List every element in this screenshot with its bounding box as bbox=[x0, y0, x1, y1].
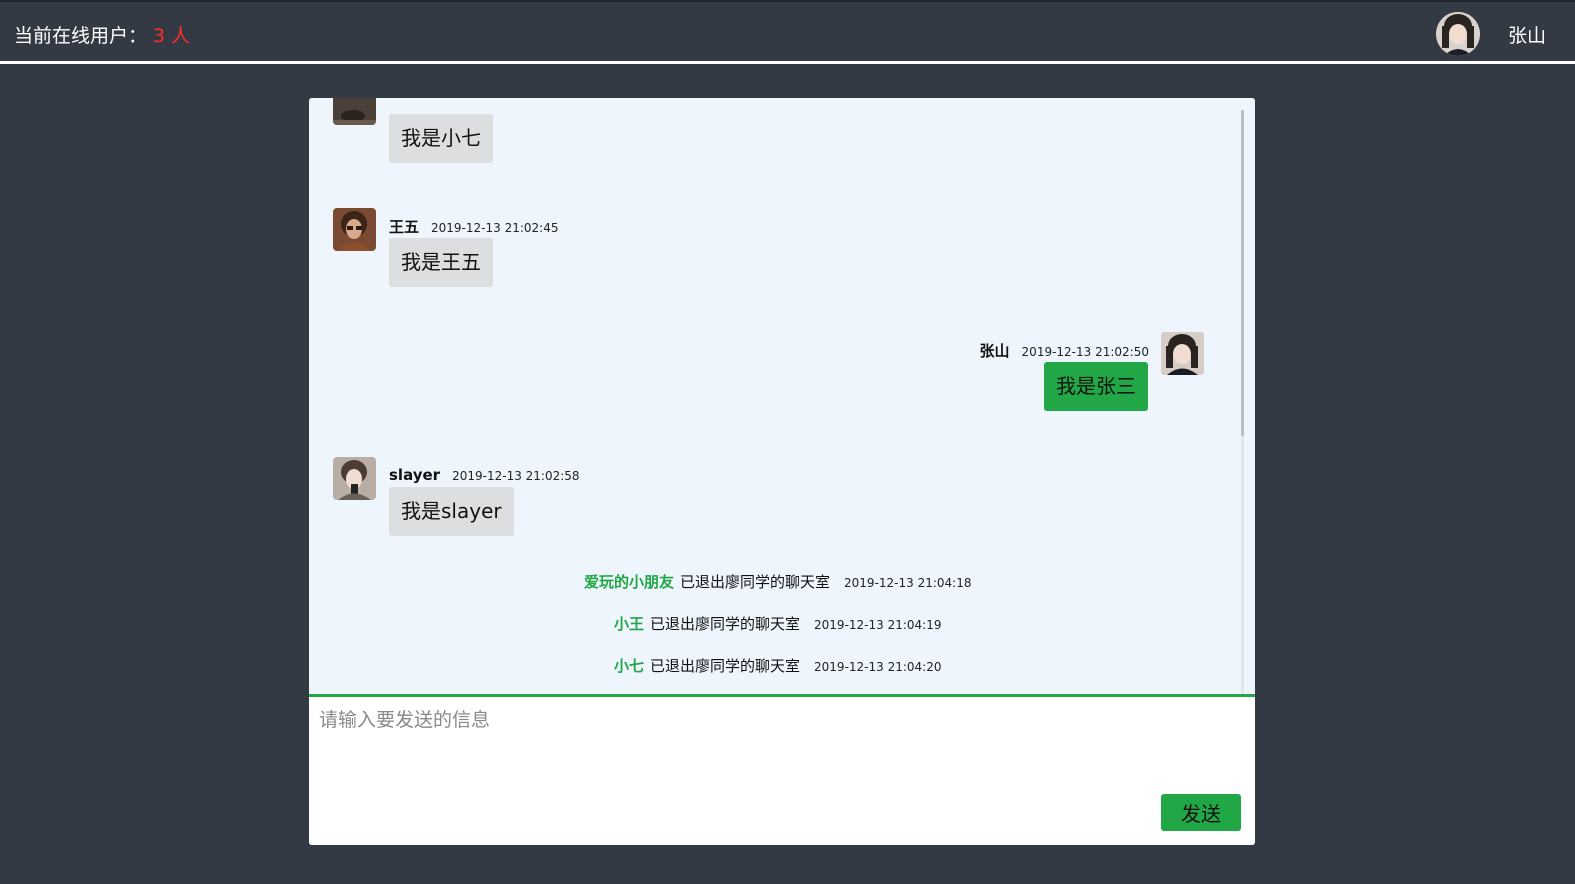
online-users-count: 3 人 bbox=[153, 25, 191, 47]
message-input[interactable] bbox=[317, 703, 1241, 787]
message-time: 2019-12-13 21:02:45 bbox=[431, 221, 559, 235]
message-time: 2019-12-13 21:02:50 bbox=[1021, 345, 1149, 359]
message-meta: 王五 2019-12-13 21:02:45 bbox=[389, 216, 558, 237]
system-notice-time: 2019-12-13 21:04:19 bbox=[814, 618, 942, 632]
message-bubble-mine: 我是张三 bbox=[1044, 362, 1148, 411]
message-bubble: 我是王五 bbox=[389, 238, 493, 287]
sender-name: 张山 bbox=[979, 342, 1010, 360]
send-button[interactable]: 发送 bbox=[1161, 794, 1241, 831]
chat-panel: 我是小七 王五 2019-12-13 21:02:45 我是王五 张山 2019-1… bbox=[309, 98, 1255, 845]
system-notice-time: 2019-12-13 21:04:18 bbox=[844, 576, 972, 590]
current-user-avatar[interactable] bbox=[1436, 12, 1480, 56]
message-list[interactable]: 我是小七 王五 2019-12-13 21:02:45 我是王五 张山 2019-1… bbox=[309, 98, 1255, 694]
system-notice: 小七 已退出廖同学的聊天室 2019-12-13 21:04:20 bbox=[614, 655, 941, 676]
system-notice-text: 已退出廖同学的聊天室 bbox=[650, 615, 801, 633]
sender-name: 王五 bbox=[389, 218, 420, 236]
wangwu-avatar bbox=[333, 208, 376, 251]
online-users-label: 当前在线用户： bbox=[14, 25, 148, 47]
message-bubble: 我是slayer bbox=[389, 487, 514, 536]
system-notice-text: 已退出廖同学的聊天室 bbox=[680, 573, 831, 591]
message-bubble: 我是小七 bbox=[389, 114, 493, 163]
slayer-avatar bbox=[333, 457, 376, 500]
system-notice-user: 小七 bbox=[614, 657, 645, 675]
system-notice: 小王 已退出廖同学的聊天室 2019-12-13 21:04:19 bbox=[614, 613, 941, 634]
zhangshan-avatar bbox=[1161, 332, 1204, 375]
message-time: 2019-12-13 21:02:58 bbox=[452, 469, 580, 483]
system-notice-text: 已退出廖同学的聊天室 bbox=[650, 657, 801, 675]
header-divider bbox=[0, 61, 1575, 64]
system-notice-user: 爱玩的小朋友 bbox=[584, 573, 675, 591]
message-meta: 张山 2019-12-13 21:02:50 bbox=[980, 340, 1149, 361]
system-notice: 爱玩的小朋友 已退出廖同学的聊天室 2019-12-13 21:04:18 bbox=[584, 571, 971, 592]
top-bar: 当前在线用户： 3 人 张山 bbox=[0, 0, 1575, 62]
current-user-name[interactable]: 张山 bbox=[1508, 21, 1546, 48]
system-notice-user: 小王 bbox=[614, 615, 645, 633]
scrollbar-thumb[interactable] bbox=[1241, 110, 1244, 436]
xiaoqi-avatar bbox=[333, 98, 376, 125]
online-users-indicator: 当前在线用户： 3 人 bbox=[14, 21, 190, 48]
system-notice-time: 2019-12-13 21:04:20 bbox=[814, 660, 942, 674]
composer: 发送 bbox=[309, 694, 1255, 845]
sender-name: slayer bbox=[389, 466, 441, 484]
message-meta: slayer 2019-12-13 21:02:58 bbox=[389, 465, 580, 484]
